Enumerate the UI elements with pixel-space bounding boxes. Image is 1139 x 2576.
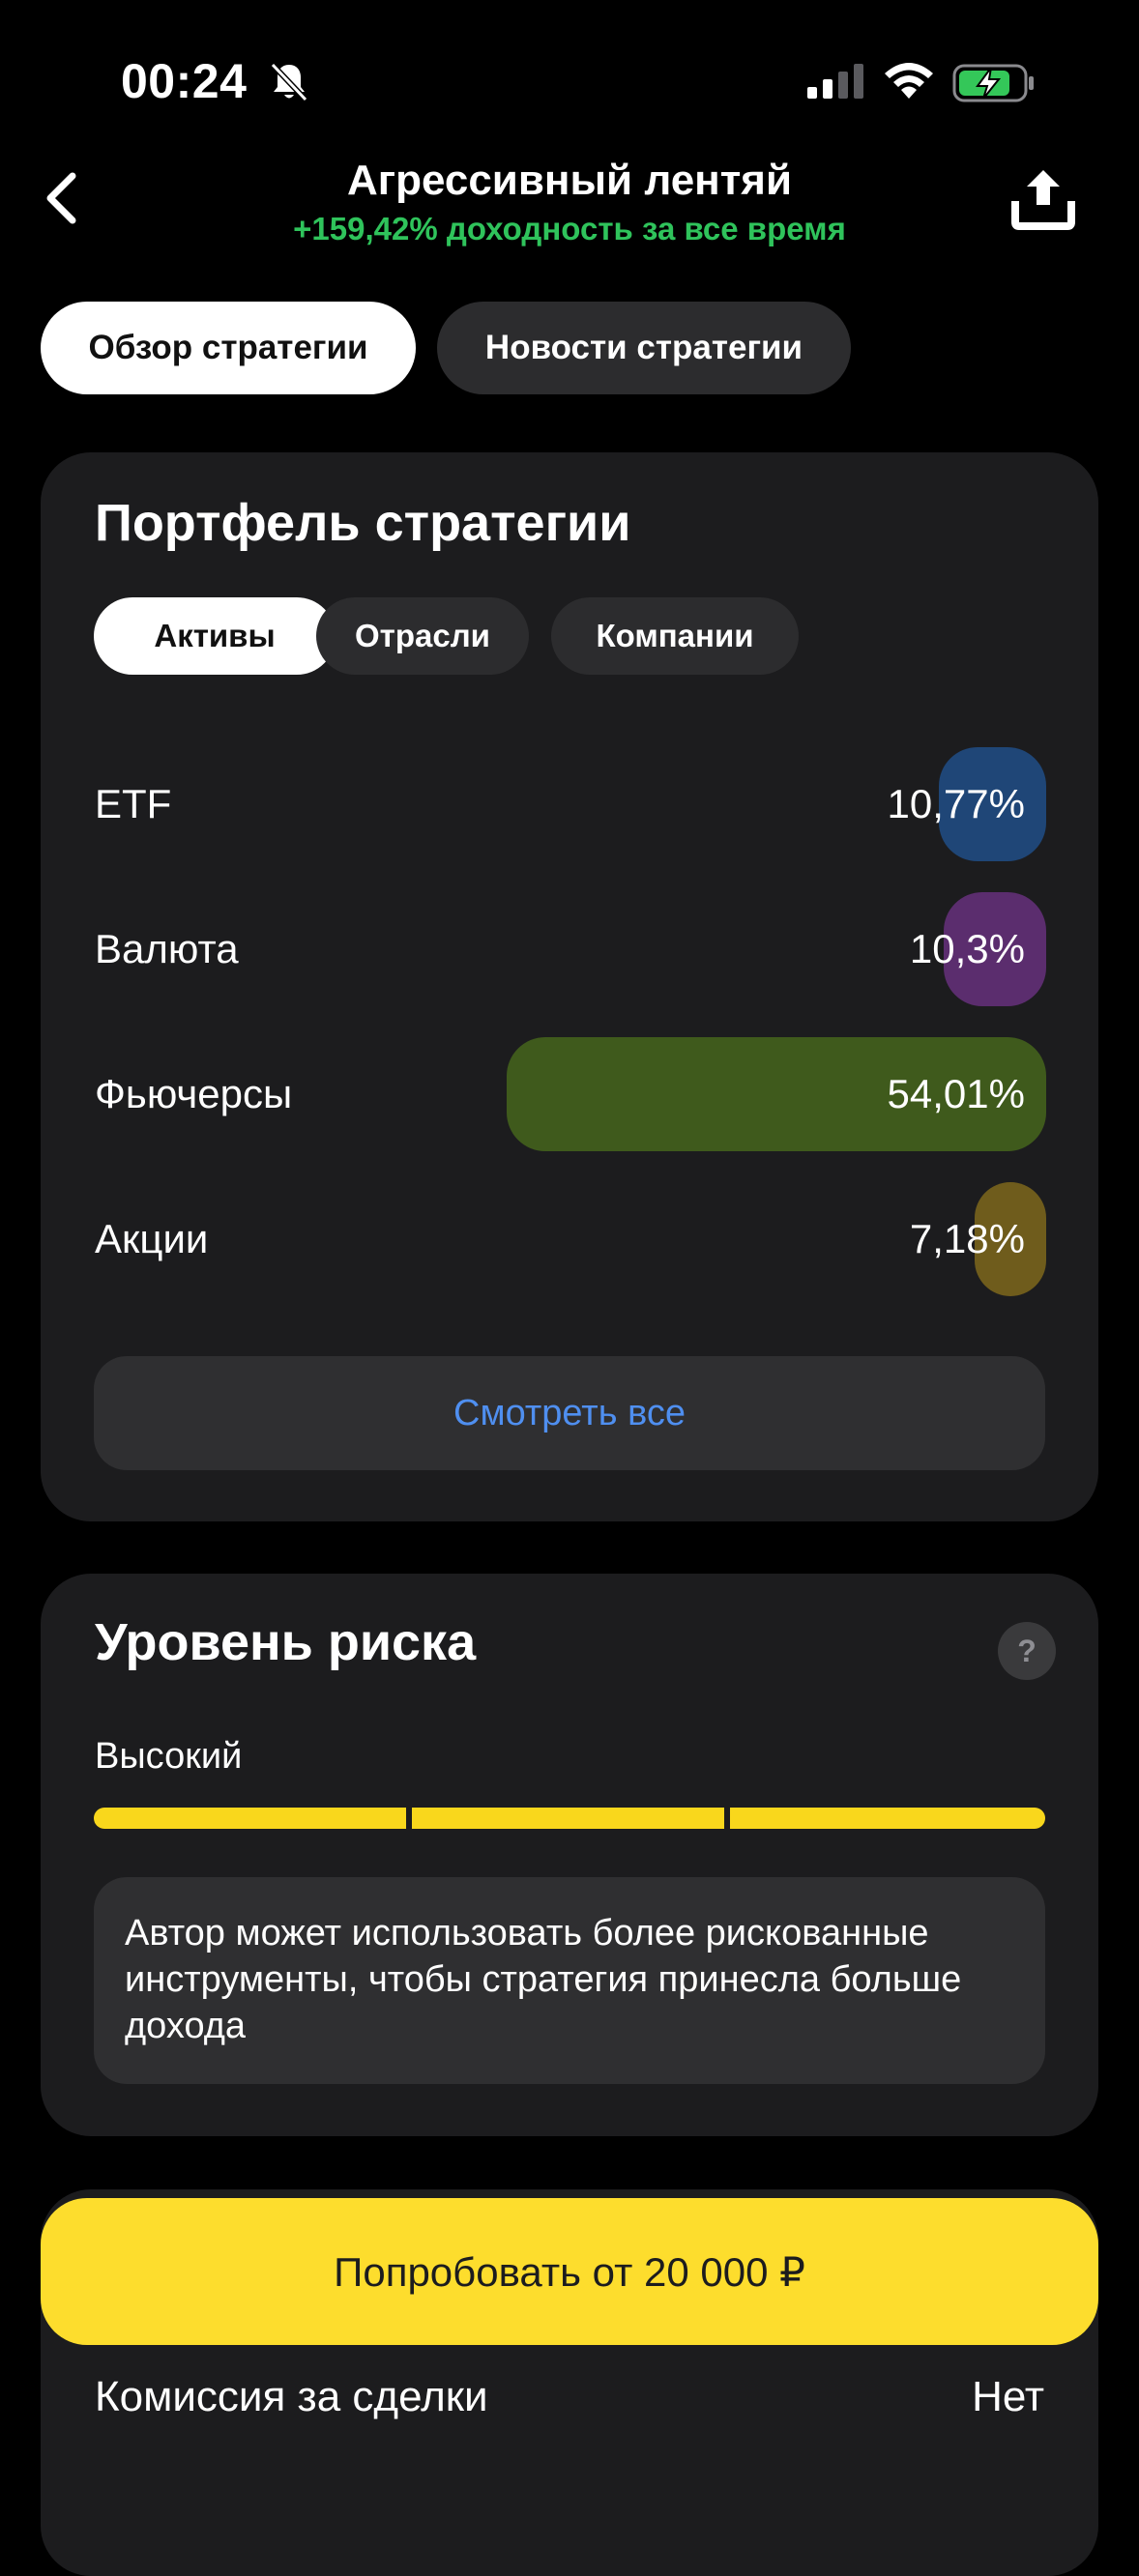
risk-segment: [730, 1808, 1045, 1829]
asset-row-stocks[interactable]: Акции 7,18%: [95, 1182, 1046, 1296]
see-all-button[interactable]: Смотреть все: [94, 1356, 1045, 1470]
status-bar: 00:24: [0, 0, 1139, 164]
portfolio-card: Портфель стратегии Активы Отрасли Компан…: [41, 452, 1098, 1521]
asset-label: Акции: [95, 1216, 209, 1261]
asset-value: 10,77%: [887, 781, 1025, 826]
asset-row-etf[interactable]: ETF 10,77%: [95, 747, 1046, 861]
tab-strategy-overview[interactable]: Обзор стратегии: [41, 302, 416, 394]
asset-label: Валюта: [95, 926, 239, 971]
risk-level-label: Высокий: [95, 1736, 243, 1777]
wifi-icon: [885, 63, 933, 99]
risk-description: Автор может использовать более рискованн…: [94, 1877, 1045, 2084]
asset-row-futures[interactable]: Фьючерсы 54,01%: [95, 1037, 1046, 1151]
battery-charging-icon: [952, 64, 1034, 102]
bell-off-icon: [270, 62, 308, 102]
risk-title: Уровень риска: [95, 1613, 477, 1671]
tab-strategy-news[interactable]: Новости стратегии: [437, 302, 851, 394]
try-strategy-button[interactable]: Попробовать от 20 000 ₽: [41, 2198, 1098, 2345]
commission-label: Комиссия за сделки: [95, 2373, 488, 2420]
risk-segment: [412, 1808, 724, 1829]
subtab-sectors[interactable]: Отрасли: [316, 597, 529, 675]
page-title: Агрессивный лентяй: [346, 157, 793, 204]
asset-row-currency[interactable]: Валюта 10,3%: [95, 892, 1046, 1006]
subtab-companies[interactable]: Компании: [551, 597, 799, 675]
total-return-label: +159,42% доходность за все время: [293, 211, 846, 246]
subtab-assets[interactable]: Активы: [94, 597, 336, 675]
signal-icon: [807, 64, 863, 99]
commission-value: Нет: [972, 2373, 1044, 2420]
portfolio-title: Портфель стратегии: [95, 494, 631, 552]
help-icon[interactable]: ?: [998, 1622, 1056, 1680]
asset-label: ETF: [95, 781, 172, 826]
risk-segment: [94, 1808, 406, 1829]
asset-value: 10,3%: [909, 926, 1025, 971]
status-time: 00:24: [121, 54, 248, 108]
risk-level-meter: [94, 1808, 1045, 1829]
asset-value: 54,01%: [887, 1071, 1025, 1116]
risk-card: Уровень риска ? Высокий Автор может испо…: [41, 1574, 1098, 2136]
asset-label: Фьючерсы: [95, 1071, 293, 1116]
asset-value: 7,18%: [909, 1216, 1025, 1261]
share-icon[interactable]: [1006, 164, 1081, 232]
